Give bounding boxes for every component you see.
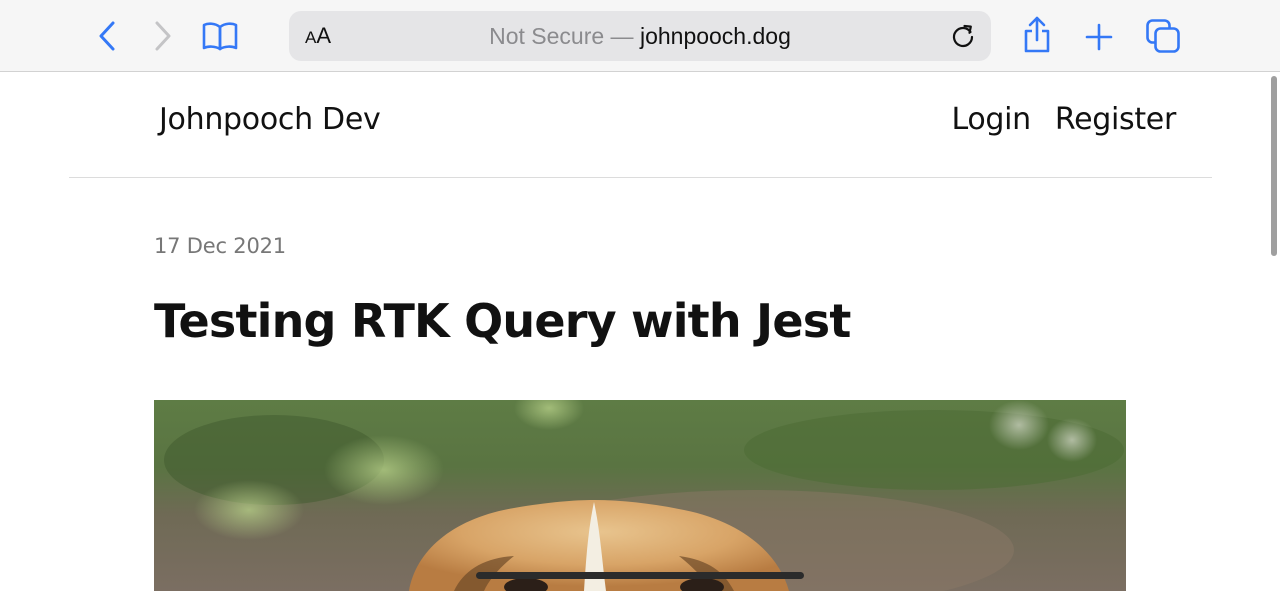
home-indicator[interactable] — [476, 572, 804, 579]
scrollbar[interactable] — [1271, 76, 1277, 256]
share-icon[interactable] — [1020, 14, 1054, 56]
url-text: Not Secure — johnpooch.dog — [289, 23, 991, 50]
site-nav: Login Register — [951, 102, 1176, 137]
url-host: johnpooch.dog — [639, 23, 791, 49]
register-link[interactable]: Register — [1055, 102, 1176, 137]
address-bar[interactable]: AA Not Secure — johnpooch.dog — [289, 11, 991, 61]
hero-image — [154, 400, 1126, 591]
book-icon[interactable] — [200, 18, 240, 54]
plus-icon[interactable] — [1082, 20, 1116, 54]
login-link[interactable]: Login — [951, 102, 1031, 137]
site-header: Johnpooch Dev Login Register — [69, 72, 1212, 178]
site-brand[interactable]: Johnpooch Dev — [159, 102, 381, 137]
reload-icon[interactable] — [949, 22, 977, 50]
chevron-left-icon[interactable] — [92, 18, 122, 54]
post-date: 17 Dec 2021 — [154, 234, 286, 258]
tabs-icon[interactable] — [1144, 17, 1182, 55]
puppy-photo — [154, 400, 1126, 591]
web-page: Johnpooch Dev Login Register 17 Dec 2021… — [0, 72, 1280, 591]
post-title: Testing RTK Query with Jest — [154, 294, 851, 348]
browser-toolbar: AA Not Secure — johnpooch.dog — [0, 0, 1280, 72]
chevron-right-icon[interactable] — [148, 18, 178, 54]
security-label: Not Secure — — [489, 23, 640, 49]
